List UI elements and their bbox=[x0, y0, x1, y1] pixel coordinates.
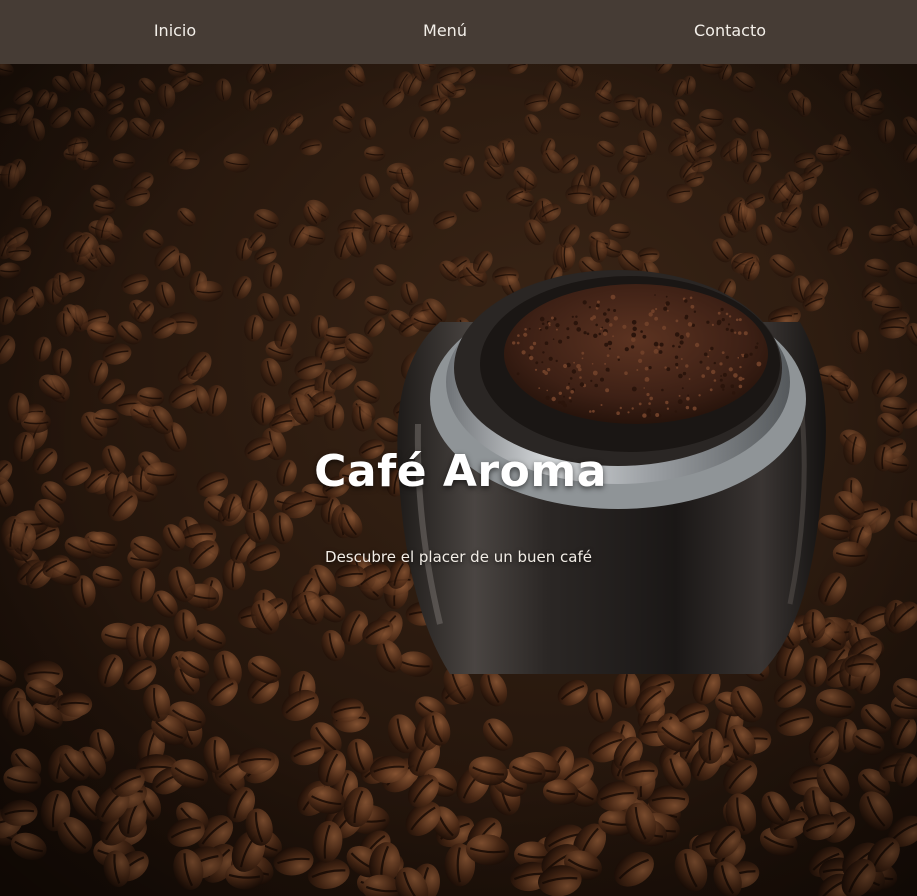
hero-section: Café Aroma Descubre el placer de un buen… bbox=[0, 64, 917, 896]
nav-link-inicio[interactable]: Inicio bbox=[154, 0, 196, 64]
nav-link-contacto[interactable]: Contacto bbox=[694, 0, 766, 64]
top-navbar: Inicio Menú Contacto bbox=[0, 0, 917, 64]
coffee-beans-background-image bbox=[0, 64, 917, 896]
nav-link-menu[interactable]: Menú bbox=[423, 0, 467, 64]
